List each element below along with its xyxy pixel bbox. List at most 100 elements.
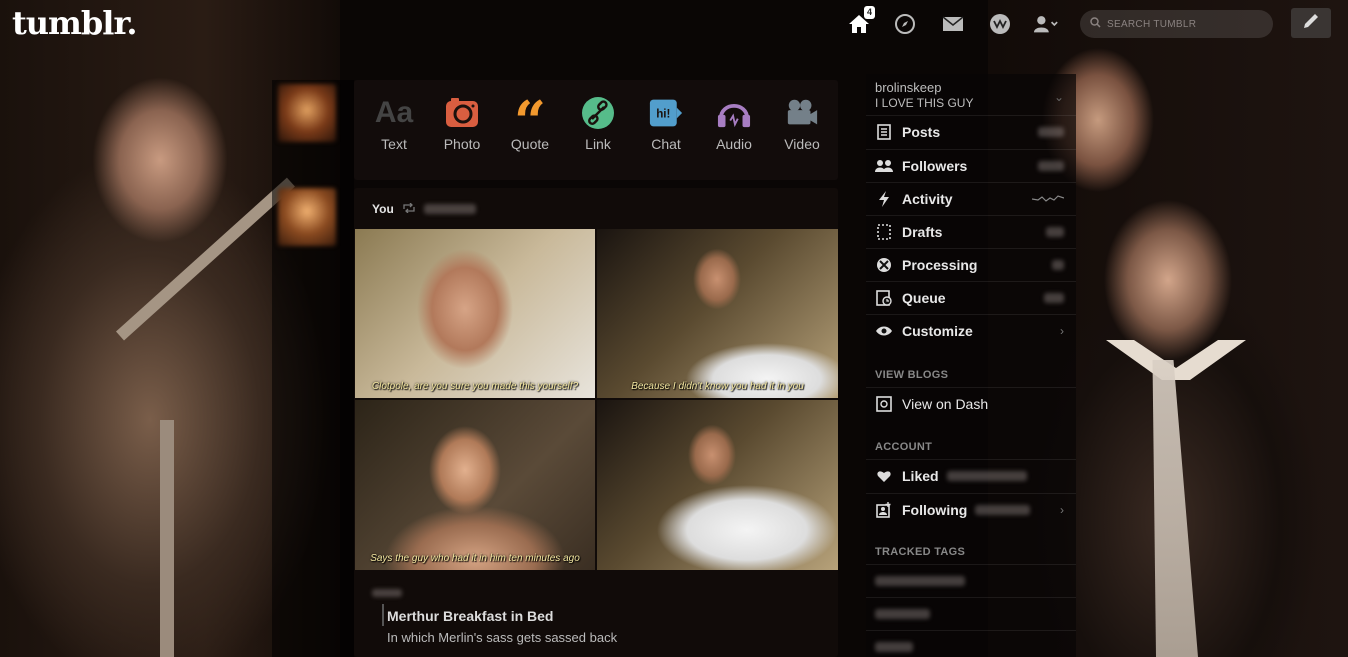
activity-sparkline-icon: [1031, 190, 1065, 208]
dashboard-column: Aa Text Photo “ Quote Link hi! Chat Audi…: [354, 80, 838, 657]
sidebar-item-view-on-dash[interactable]: View on Dash: [866, 387, 1076, 420]
photoset[interactable]: Clotpole, are you sure you made this you…: [354, 229, 838, 570]
posts-icon: [875, 123, 893, 141]
compose-pencil-icon: [1302, 12, 1320, 35]
sidebar-item-label: Queue: [902, 290, 946, 306]
post-type-link[interactable]: Link: [568, 96, 628, 152]
search-bar[interactable]: [1080, 10, 1273, 38]
post-type-chat[interactable]: hi! Chat: [636, 96, 696, 152]
followers-count: [1038, 161, 1064, 171]
sidebar-item-label: Processing: [902, 257, 978, 273]
sidebar-item-processing[interactable]: Processing: [866, 248, 1076, 281]
dash-icon: [875, 395, 893, 413]
video-camera-icon: [785, 96, 819, 130]
sidebar-item-label: View on Dash: [902, 396, 989, 412]
drafts-icon: [875, 223, 893, 241]
post-type-audio[interactable]: Audio: [704, 96, 764, 152]
reblog-icon: [402, 202, 416, 216]
tracked-tag[interactable]: [866, 597, 1076, 630]
tumblr-logo[interactable]: tumblr.: [12, 4, 137, 42]
chevron-down-icon[interactable]: ⌄: [1054, 90, 1064, 104]
chat-icon: hi!: [649, 96, 683, 130]
post-type-video[interactable]: Video: [772, 96, 832, 152]
post-source-blog[interactable]: [372, 584, 402, 602]
sidebar-item-activity[interactable]: Activity: [866, 182, 1076, 215]
blog-title: I LOVE THIS GUY: [875, 96, 974, 110]
post-title: Merthur Breakfast in Bed: [387, 608, 554, 624]
sidebar-item-label: Drafts: [902, 224, 943, 240]
sidebar-item-label: Activity: [902, 191, 953, 207]
inbox-mail-icon[interactable]: [940, 12, 966, 36]
tracked-tag[interactable]: [866, 630, 1076, 657]
activity-icon[interactable]: [987, 12, 1013, 36]
liked-count: [946, 471, 1027, 481]
section-label-tracked-tags: TRACKED TAGS: [875, 546, 966, 558]
followers-icon: [875, 157, 893, 175]
post-author[interactable]: You: [372, 202, 394, 216]
drafts-count: [1046, 227, 1064, 237]
sidebar-item-label: Following: [902, 502, 968, 518]
photo[interactable]: Because I didn't know you had it in you: [597, 229, 838, 398]
top-header: tumblr. 4: [0, 0, 1348, 50]
sidebar-item-drafts[interactable]: Drafts: [866, 215, 1076, 248]
queue-icon: [875, 289, 893, 307]
post-type-label: Link: [585, 136, 611, 152]
post-type-label: Audio: [716, 136, 752, 152]
explore-compass-icon[interactable]: [892, 12, 918, 36]
sidebar-item-posts[interactable]: Posts: [866, 115, 1076, 148]
sidebar-item-liked[interactable]: Liked: [866, 459, 1076, 492]
sidebar-item-following[interactable]: Following ›: [866, 493, 1076, 526]
sidebar-item-followers[interactable]: Followers: [866, 149, 1076, 182]
search-input[interactable]: [1107, 18, 1267, 30]
link-icon: [581, 96, 615, 130]
avatar[interactable]: [278, 188, 336, 246]
post-type-label: Video: [784, 136, 820, 152]
queue-count: [1044, 293, 1064, 303]
sidebar-item-label: Followers: [902, 158, 968, 174]
sidebar-item-label: Posts: [902, 124, 941, 140]
following-count: [975, 505, 1031, 515]
background-pole: [160, 420, 174, 657]
post-type-text[interactable]: Aa Text: [364, 96, 424, 152]
dashboard-post: You Clotpole, are you sure you made this…: [354, 188, 838, 657]
sidebar-item-customize[interactable]: Customize ›: [866, 314, 1076, 347]
post-type-label: Chat: [651, 136, 681, 152]
photo[interactable]: [597, 400, 838, 570]
eye-icon: [875, 322, 893, 340]
reblogged-from-blog[interactable]: [423, 204, 476, 214]
background-collar: [1106, 340, 1246, 380]
background-tie: [1152, 360, 1198, 657]
account-icon[interactable]: [1033, 12, 1059, 36]
blog-name: brolinskeep: [875, 80, 942, 95]
post-type-photo[interactable]: Photo: [432, 96, 492, 152]
sidebar-item-queue[interactable]: Queue: [866, 281, 1076, 314]
headphones-icon: [717, 96, 751, 130]
search-icon: [1090, 15, 1101, 33]
blog-header[interactable]: brolinskeep I LOVE THIS GUY: [875, 80, 973, 110]
chevron-right-icon: ›: [1060, 324, 1064, 338]
sidebar-item-label: Customize: [902, 323, 973, 339]
sidebar-item-label: Liked: [902, 468, 939, 484]
home-notification-badge: 4: [864, 6, 876, 19]
post-type-label: Text: [381, 136, 407, 152]
svg-text:hi!: hi!: [656, 107, 670, 120]
quote-icon: “: [513, 89, 547, 155]
text-icon: Aa: [374, 96, 414, 129]
blog-sidebar: brolinskeep I LOVE THIS GUY ⌄ Posts Foll…: [866, 74, 1076, 657]
avatar[interactable]: [278, 84, 336, 142]
new-post-bar: Aa Text Photo “ Quote Link hi! Chat Audi…: [354, 80, 838, 180]
processing-icon: [875, 256, 893, 274]
photo[interactable]: Says the guy who had it in him ten minut…: [355, 400, 595, 570]
compose-button[interactable]: [1291, 8, 1331, 38]
post-body: In which Merlin's sass gets sassed back: [387, 630, 618, 645]
tracked-tag[interactable]: [866, 564, 1076, 597]
section-label-view-blogs: VIEW BLOGS: [875, 369, 949, 381]
processing-count: [1052, 260, 1064, 270]
photo-caption: Says the guy who had it in him ten minut…: [370, 553, 580, 564]
photo[interactable]: Clotpole, are you sure you made this you…: [355, 229, 595, 398]
post-header: You: [372, 202, 476, 216]
post-type-quote[interactable]: “ Quote: [500, 89, 560, 155]
following-icon: [875, 501, 893, 519]
section-label-account: ACCOUNT: [875, 441, 933, 453]
camera-icon: [445, 96, 479, 130]
